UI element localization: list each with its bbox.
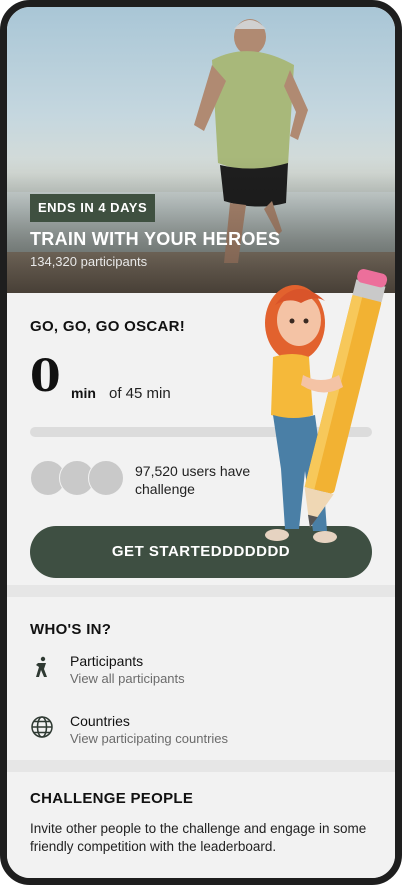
hero-image: ENDS IN 4 DAYS TRAIN WITH YOUR HEROES 13… <box>7 7 395 293</box>
ends-badge: ENDS IN 4 DAYS <box>30 194 156 222</box>
countries-sub: View participating countries <box>70 731 229 746</box>
greeting: GO, GO, GO OSCAR! <box>30 318 186 335</box>
challenge-people-section: CHALLENGE PEOPLE Invite other people to … <box>7 772 395 878</box>
avatar-stack <box>30 460 125 496</box>
whos-in-title: WHO'S IN? <box>30 621 112 638</box>
section-divider <box>7 760 395 772</box>
minutes-unit: min <box>71 385 96 401</box>
avatar <box>88 460 124 496</box>
countries-label: Countries <box>70 713 130 729</box>
participants-label: Participants <box>70 653 144 669</box>
minutes-done: 0 <box>30 351 61 402</box>
globe-icon <box>31 716 53 738</box>
countries-row[interactable]: Countries View participating countries <box>7 713 395 759</box>
minutes-goal: of 45 min <box>109 385 171 402</box>
runner-icon <box>36 656 47 677</box>
hero-title: TRAIN WITH YOUR HEROES <box>30 229 281 249</box>
participants-count: 134,320 participants <box>30 254 148 269</box>
girl-with-pencil-sticker <box>265 269 388 543</box>
section-divider <box>7 585 395 597</box>
participants-row[interactable]: Participants View all participants <box>7 653 395 699</box>
whos-in-section: WHO'S IN? Participants View all particip… <box>7 597 395 759</box>
participants-sub: View all participants <box>70 671 185 686</box>
challenge-people-text: Invite other people to the challenge and… <box>30 821 367 854</box>
phone-frame: ENDS IN 4 DAYS TRAIN WITH YOUR HEROES 13… <box>0 0 402 885</box>
challenge-people-title: CHALLENGE PEOPLE <box>30 790 194 807</box>
